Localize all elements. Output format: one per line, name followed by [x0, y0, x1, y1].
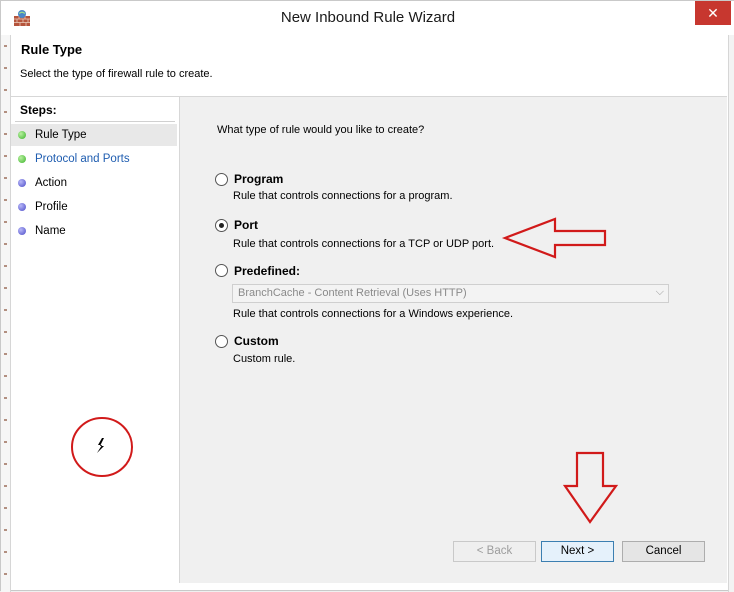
option-custom-label[interactable]: Custom	[234, 334, 279, 348]
wizard-header: Rule Type Select the type of firewall ru…	[11, 35, 727, 97]
close-icon: ✕	[707, 5, 719, 21]
rule-type-question: What type of rule would you like to crea…	[217, 124, 425, 136]
step-label: Protocol and Ports	[35, 153, 130, 165]
background-window-edge-right	[728, 35, 734, 592]
predefined-rule-select[interactable]: BranchCache - Content Retrieval (Uses HT…	[232, 284, 669, 303]
step-name[interactable]: Name	[11, 220, 177, 242]
radio-port[interactable]	[215, 219, 228, 232]
steps-pane: Steps: Rule Type Protocol and Ports Acti…	[11, 97, 180, 583]
close-button[interactable]: ✕	[695, 1, 731, 25]
title-bar: New Inbound Rule Wizard ✕	[1, 1, 734, 35]
option-program-label[interactable]: Program	[234, 172, 283, 186]
step-profile[interactable]: Profile	[11, 196, 177, 218]
steps-divider	[15, 121, 175, 122]
option-port-label[interactable]: Port	[234, 218, 258, 232]
step-status-pending-icon	[18, 179, 26, 187]
window-title: New Inbound Rule Wizard	[280, 9, 456, 26]
step-rule-type[interactable]: Rule Type	[11, 124, 177, 146]
step-label: Action	[35, 177, 67, 189]
step-status-pending-icon	[18, 227, 26, 235]
chevron-down-icon: ⌵	[655, 286, 664, 298]
option-program-description: Rule that controls connections for a pro…	[233, 190, 453, 202]
wizard-window: New Inbound Rule Wizard ✕ Rule Type Sele…	[0, 0, 734, 592]
content-pane: What type of rule would you like to crea…	[180, 97, 727, 583]
step-action[interactable]: Action	[11, 172, 177, 194]
option-custom-description: Custom rule.	[233, 353, 296, 365]
page-description: Select the type of firewall rule to crea…	[20, 68, 213, 80]
step-status-complete-icon	[18, 155, 26, 163]
option-predefined-description: Rule that controls connections for a Win…	[233, 308, 514, 320]
radio-custom[interactable]	[215, 335, 228, 348]
steps-heading: Steps:	[20, 103, 57, 117]
next-button[interactable]: Next >	[541, 541, 614, 562]
cancel-button[interactable]: Cancel	[622, 541, 705, 562]
back-button[interactable]: < Back	[453, 541, 536, 562]
radio-program[interactable]	[215, 173, 228, 186]
step-label: Profile	[35, 201, 68, 213]
step-protocol-and-ports[interactable]: Protocol and Ports	[11, 148, 177, 170]
background-window-edge-pattern	[1, 35, 10, 592]
option-predefined-label[interactable]: Predefined:	[234, 264, 300, 278]
step-status-pending-icon	[18, 203, 26, 211]
page-title: Rule Type	[21, 42, 83, 57]
option-port-description: Rule that controls connections for a TCP…	[233, 238, 495, 250]
predefined-select-value: BranchCache - Content Retrieval (Uses HT…	[238, 287, 467, 299]
radio-predefined[interactable]	[215, 264, 228, 277]
step-status-complete-icon	[18, 131, 26, 139]
step-label: Name	[35, 225, 66, 237]
step-label: Rule Type	[35, 129, 87, 141]
